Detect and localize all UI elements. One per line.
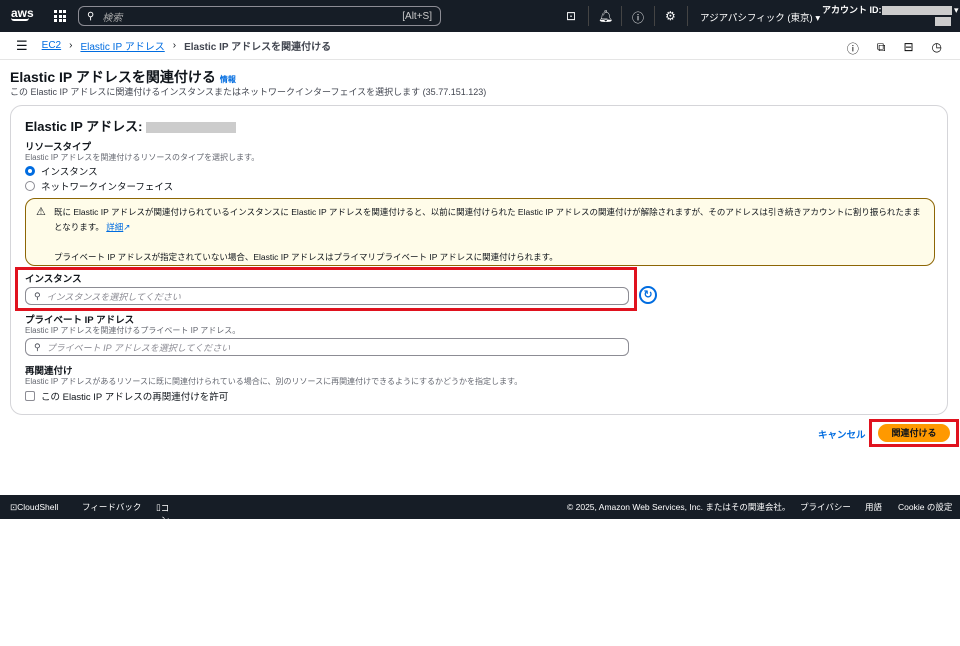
warning-alert: ⚠ 既に Elastic IP アドレスが関連付けられているインスタンスに El… bbox=[25, 198, 935, 266]
reassoc-label: 再関連付け bbox=[25, 366, 73, 377]
cancel-button[interactable]: キャンセル bbox=[818, 427, 866, 441]
search-shortcut: [Alt+S] bbox=[402, 10, 432, 22]
reassoc-checkbox[interactable]: この Elastic IP アドレスの再関連付けを許可 bbox=[25, 389, 228, 403]
footer: ⊡ CloudShell フィードバック ▯ コンソールモバイルアプリ © 20… bbox=[0, 495, 960, 645]
help-icon[interactable]: ⓘ bbox=[632, 9, 644, 26]
apps-grid-icon[interactable] bbox=[54, 10, 66, 22]
chevron-right-icon: › bbox=[69, 40, 73, 51]
breadcrumb-ec2[interactable]: EC2 bbox=[42, 40, 61, 51]
highlight-box bbox=[15, 267, 637, 311]
page-subtitle: この Elastic IP アドレスに関連付けるインスタンスまたはネットワークイ… bbox=[10, 87, 487, 97]
breadcrumb-current: Elastic IP アドレスを関連付ける bbox=[184, 42, 332, 53]
details-link[interactable]: 詳細 bbox=[106, 222, 123, 232]
terms-link[interactable]: 用語 bbox=[865, 501, 882, 513]
region-selector[interactable]: アジアパシフィック (東京) ▾ bbox=[700, 10, 820, 24]
privacy-link[interactable]: プライバシー bbox=[800, 501, 851, 513]
cloudshell-link[interactable]: ⊡ CloudShell bbox=[10, 502, 58, 513]
resource-type-label: リソースタイプ bbox=[25, 142, 92, 153]
page-title-text: Elastic IP アドレスを関連付ける bbox=[10, 69, 216, 85]
search-placeholder: 検索 bbox=[102, 12, 123, 24]
account-label: アカウント ID: bbox=[822, 5, 882, 15]
radio-instance[interactable]: インスタンス bbox=[25, 164, 98, 178]
alert-text: 既に Elastic IP アドレスが関連付けられているインスタンスに Elas… bbox=[54, 207, 921, 232]
warning-icon: ⚠ bbox=[36, 206, 46, 218]
page-title: Elastic IP アドレスを関連付ける 情報 bbox=[10, 67, 236, 87]
search-input[interactable]: ⚲ 検索 [Alt+S] bbox=[78, 6, 441, 26]
external-link-icon: ↗ bbox=[123, 222, 131, 232]
alert-text-2: プライベート IP アドレスが指定されていない場合、Elastic IP アドレ… bbox=[54, 252, 558, 262]
info-icon[interactable]: ⓘ bbox=[847, 40, 859, 57]
chevron-right-icon: › bbox=[172, 40, 177, 51]
private-ip-label: プライベート IP アドレス bbox=[25, 315, 135, 326]
private-ip-select[interactable]: ⚲ プライベート IP アドレスを選択してください bbox=[25, 338, 629, 356]
breadcrumb-elastic-ip[interactable]: Elastic IP アドレス bbox=[80, 38, 164, 53]
menu-icon[interactable]: ☰ bbox=[16, 38, 28, 54]
mobile-app-link[interactable]: ▯ コンソールモバイルアプリ bbox=[156, 502, 169, 645]
refresh-icon[interactable]: ↻ bbox=[639, 286, 657, 304]
logo-text: aws bbox=[11, 6, 34, 20]
radio-network-interface[interactable]: ネットワークインターフェイス bbox=[25, 179, 173, 193]
account-menu[interactable]: アカウント ID: ▾ bbox=[822, 3, 959, 27]
screen-search-icon[interactable]: ⊟ bbox=[903, 40, 913, 57]
info-link[interactable]: 情報 bbox=[220, 75, 236, 84]
cloudshell-icon[interactable]: ⊡ bbox=[566, 9, 576, 23]
feedback-icon[interactable]: ⧉ bbox=[877, 40, 886, 57]
breadcrumb: ☰ EC2 › Elastic IP アドレス › Elastic IP アドレスを… bbox=[0, 32, 960, 60]
feedback-link[interactable]: フィードバック bbox=[82, 501, 141, 513]
gear-icon[interactable]: ⚙ bbox=[665, 9, 676, 23]
associate-button[interactable]: 関連付ける bbox=[878, 424, 950, 442]
card-title: Elastic IP アドレス: bbox=[25, 116, 236, 135]
copyright: © 2025, Amazon Web Services, Inc. またはその関… bbox=[567, 502, 791, 512]
search-icon: ⚲ bbox=[87, 10, 95, 22]
reassoc-desc: Elastic IP アドレスがあるリソースに既に関連付けられている場合に、別の… bbox=[25, 377, 523, 386]
top-nav: aws ⚲ 検索 [Alt+S] ⊡ 🔔︎ ⓘ ⚙ アジアパシフィック (東京) ▾… bbox=[0, 0, 960, 32]
private-ip-desc: Elastic IP アドレスを関連付けるプライベート IP アドレス。 bbox=[25, 326, 241, 335]
clock-icon[interactable]: ◷ bbox=[932, 40, 942, 57]
form-container: Elastic IP アドレス: リソースタイプ Elastic IP アドレス… bbox=[10, 105, 948, 415]
aws-logo[interactable]: aws bbox=[11, 6, 34, 21]
search-icon: ⚲ bbox=[34, 341, 41, 352]
resource-type-desc: Elastic IP アドレスを関連付けるリソースのタイプを選択します。 bbox=[25, 153, 260, 162]
cookie-link[interactable]: Cookie の設定 bbox=[898, 501, 952, 513]
bell-icon[interactable]: 🔔︎ bbox=[598, 9, 613, 23]
